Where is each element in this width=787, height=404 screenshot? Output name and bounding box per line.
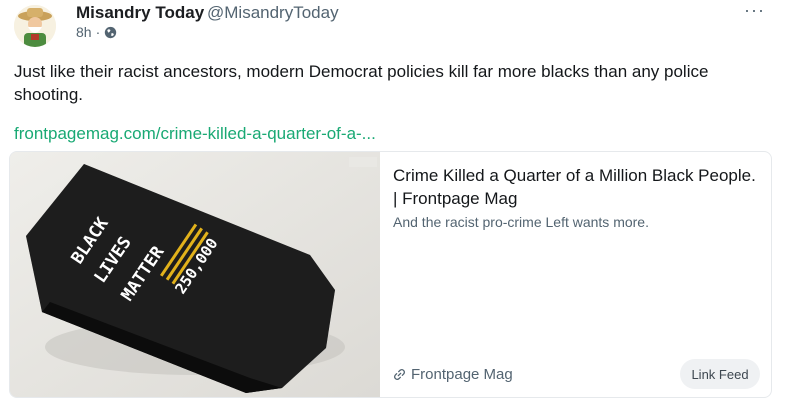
globe-icon (105, 26, 117, 38)
card-image[interactable]: BLACK LIVES MATTER 250,000 (10, 152, 380, 397)
author-name[interactable]: Misandry Today (76, 3, 204, 23)
coffin-image: BLACK LIVES MATTER 250,000 (10, 152, 380, 397)
card-source[interactable]: Frontpage Mag (393, 366, 513, 383)
author-handle[interactable]: @MisandryToday (207, 3, 339, 23)
post-meta: 8h · (76, 24, 117, 40)
card-description: And the racist pro-crime Left wants more… (393, 214, 649, 230)
meta-separator: · (95, 24, 101, 40)
avatar-image (14, 5, 56, 47)
card-source-label: Frontpage Mag (411, 366, 513, 383)
post-link[interactable]: frontpagemag.com/crime-killed-a-quarter-… (14, 124, 376, 144)
card-title[interactable]: Crime Killed a Quarter of a Million Blac… (393, 164, 758, 210)
post-time[interactable]: 8h (76, 24, 92, 40)
link-feed-button[interactable]: Link Feed (680, 359, 760, 389)
link-icon (393, 368, 406, 381)
link-preview-card[interactable]: BLACK LIVES MATTER 250,000 Crime Killed … (9, 151, 772, 398)
post-text: Just like their racist ancestors, modern… (14, 62, 709, 104)
avatar[interactable] (14, 5, 56, 47)
more-options-button[interactable]: ··· (744, 0, 765, 21)
